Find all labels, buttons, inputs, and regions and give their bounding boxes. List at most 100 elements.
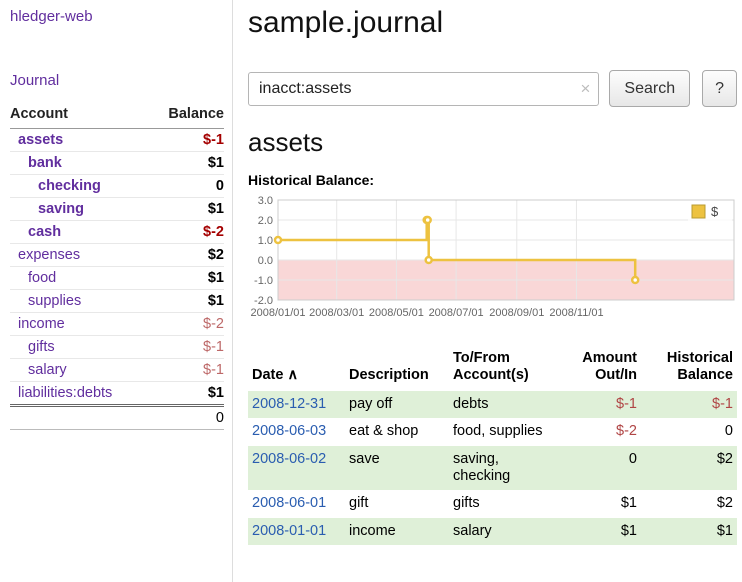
account-link-liabilities-debts[interactable]: liabilities:debts	[18, 385, 112, 401]
account-link-checking[interactable]: checking	[38, 178, 101, 194]
register-col-date[interactable]: Date∧	[248, 342, 345, 391]
account-link-salary[interactable]: salary	[28, 362, 67, 378]
transaction-amount: 0	[561, 446, 641, 491]
register-row: 2008-01-01 income salary $1 $1	[248, 518, 737, 545]
register-col-tofrom: To/From Account(s)	[449, 342, 561, 391]
transaction-balance: $1	[641, 518, 737, 545]
account-row: assets $-1	[10, 129, 224, 152]
account-balance: $-1	[149, 129, 224, 152]
transaction-amount: $1	[561, 518, 641, 545]
account-balance: $-2	[149, 313, 224, 336]
transaction-balance: 0	[641, 418, 737, 445]
search-input-wrap: ×	[248, 72, 599, 106]
account-balance: $1	[149, 290, 224, 313]
account-link-gifts[interactable]: gifts	[28, 339, 55, 355]
transaction-date-link[interactable]: 2008-06-03	[252, 423, 326, 439]
transaction-description: save	[345, 446, 449, 491]
svg-text:2008/03/01: 2008/03/01	[309, 307, 364, 319]
account-link-assets[interactable]: assets	[18, 132, 63, 148]
clear-search-icon[interactable]: ×	[580, 79, 590, 99]
main-content: sample.journal × Search ? assets Histori…	[234, 0, 742, 582]
svg-text:2008/05/01: 2008/05/01	[369, 307, 424, 319]
help-button[interactable]: ?	[702, 70, 737, 107]
sidebar: hledger-web Journal Account Balance asse…	[0, 0, 233, 582]
transaction-date-link[interactable]: 2008-01-01	[252, 523, 326, 539]
register-row: 2008-06-01 gift gifts $1 $2	[248, 490, 737, 517]
account-row: gifts $-1	[10, 336, 224, 359]
hledger-web-app: hledger-web Journal Account Balance asse…	[0, 0, 742, 582]
register-row: 2008-06-03 eat & shop food, supplies $-2…	[248, 418, 737, 445]
svg-text:3.0: 3.0	[258, 195, 273, 207]
account-row: checking 0	[10, 175, 224, 198]
chart-title: Historical Balance:	[248, 172, 737, 188]
transaction-date-link[interactable]: 2008-06-02	[252, 451, 326, 467]
account-link-income[interactable]: income	[18, 316, 65, 332]
register-col-amount: Amount Out/In	[561, 342, 641, 391]
page-title: sample.journal	[248, 6, 737, 40]
account-row: bank $1	[10, 152, 224, 175]
account-row: liabilities:debts $1	[10, 382, 224, 406]
account-balance: $1	[149, 198, 224, 221]
app-title-link[interactable]: hledger-web	[10, 8, 224, 25]
register-row: 2008-06-02 save saving, checking 0 $2	[248, 446, 737, 491]
account-row: supplies $1	[10, 290, 224, 313]
accounts-total: 0	[149, 406, 224, 430]
search-button[interactable]: Search	[609, 70, 690, 107]
svg-text:1.0: 1.0	[258, 235, 273, 247]
transaction-amount: $-2	[561, 418, 641, 445]
svg-text:2008/11/01: 2008/11/01	[549, 307, 603, 319]
account-row: expenses $2	[10, 244, 224, 267]
sidebar-item-journal[interactable]: Journal	[10, 72, 224, 89]
register-col-description: Description	[345, 342, 449, 391]
accounts-table: Account Balance assets $-1 bank $1 check…	[10, 103, 224, 430]
account-link-expenses[interactable]: expenses	[18, 247, 80, 263]
account-link-cash[interactable]: cash	[28, 224, 61, 240]
svg-text:-1.0: -1.0	[254, 275, 273, 287]
transaction-date-link[interactable]: 2008-06-01	[252, 495, 326, 511]
transaction-accounts: debts	[449, 391, 561, 418]
transaction-description: income	[345, 518, 449, 545]
transaction-description: eat & shop	[345, 418, 449, 445]
account-link-bank[interactable]: bank	[28, 155, 62, 171]
account-balance: $-1	[149, 336, 224, 359]
svg-text:$: $	[711, 204, 719, 219]
transaction-balance: $-1	[641, 391, 737, 418]
register-table: Date∧ Description To/From Account(s) Amo…	[248, 342, 737, 545]
transaction-accounts: salary	[449, 518, 561, 545]
account-balance: $-2	[149, 221, 224, 244]
account-balance: $1	[149, 267, 224, 290]
transaction-description: pay off	[345, 391, 449, 418]
account-link-saving[interactable]: saving	[38, 201, 84, 217]
account-link-supplies[interactable]: supplies	[28, 293, 81, 309]
transaction-amount: $-1	[561, 391, 641, 418]
register-col-date-label: Date	[252, 367, 283, 383]
historical-balance-chart: $3.0 2.0 1.0 0.0 -1.0 -2.02008/01/01 2008/03/0…	[248, 194, 737, 326]
svg-text:-2.0: -2.0	[254, 295, 273, 307]
account-row: cash $-2	[10, 221, 224, 244]
account-balance: $1	[149, 382, 224, 406]
sort-asc-icon: ∧	[287, 367, 298, 383]
svg-text:0.0: 0.0	[258, 255, 273, 267]
account-row: income $-2	[10, 313, 224, 336]
transaction-balance: $2	[641, 490, 737, 517]
account-heading: assets	[248, 127, 737, 158]
account-link-food[interactable]: food	[28, 270, 56, 286]
search-bar: × Search ?	[248, 70, 737, 107]
svg-text:2008/07/01: 2008/07/01	[429, 307, 484, 319]
transaction-accounts: food, supplies	[449, 418, 561, 445]
account-balance: $-1	[149, 359, 224, 382]
transaction-date-link[interactable]: 2008-12-31	[252, 396, 326, 412]
search-input[interactable]	[248, 72, 599, 106]
svg-text:2.0: 2.0	[258, 215, 273, 227]
accounts-col-account: Account	[10, 103, 149, 129]
account-row: food $1	[10, 267, 224, 290]
account-balance: 0	[149, 175, 224, 198]
transaction-amount: $1	[561, 490, 641, 517]
account-row: saving $1	[10, 198, 224, 221]
accounts-total-row: 0	[10, 406, 224, 430]
account-balance: $2	[149, 244, 224, 267]
transaction-accounts: saving, checking	[449, 446, 561, 491]
register-col-balance: Historical Balance	[641, 342, 737, 391]
svg-text:2008/01/01: 2008/01/01	[250, 307, 305, 319]
transaction-balance: $2	[641, 446, 737, 491]
